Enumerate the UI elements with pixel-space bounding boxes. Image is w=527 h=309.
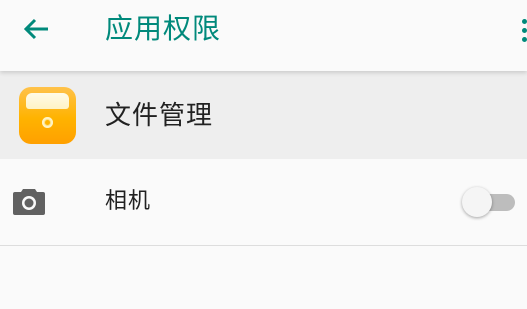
file-manager-app-icon — [19, 87, 76, 144]
camera-permission-toggle[interactable] — [462, 187, 515, 217]
app-header: 文件管理 — [0, 71, 527, 159]
divider — [0, 245, 527, 246]
app-name: 文件管理 — [105, 101, 214, 131]
app-bar: 应用权限 — [0, 0, 527, 71]
toggle-thumb — [462, 187, 492, 217]
camera-icon — [13, 189, 45, 215]
permission-label: 相机 — [105, 189, 152, 214]
more-vert-icon — [522, 18, 527, 24]
arrow-back-icon — [23, 18, 48, 40]
more-options-button[interactable] — [513, 14, 527, 46]
permission-row-camera[interactable]: 相机 — [0, 159, 527, 245]
page-title: 应用权限 — [105, 12, 222, 45]
back-button[interactable] — [14, 11, 58, 47]
